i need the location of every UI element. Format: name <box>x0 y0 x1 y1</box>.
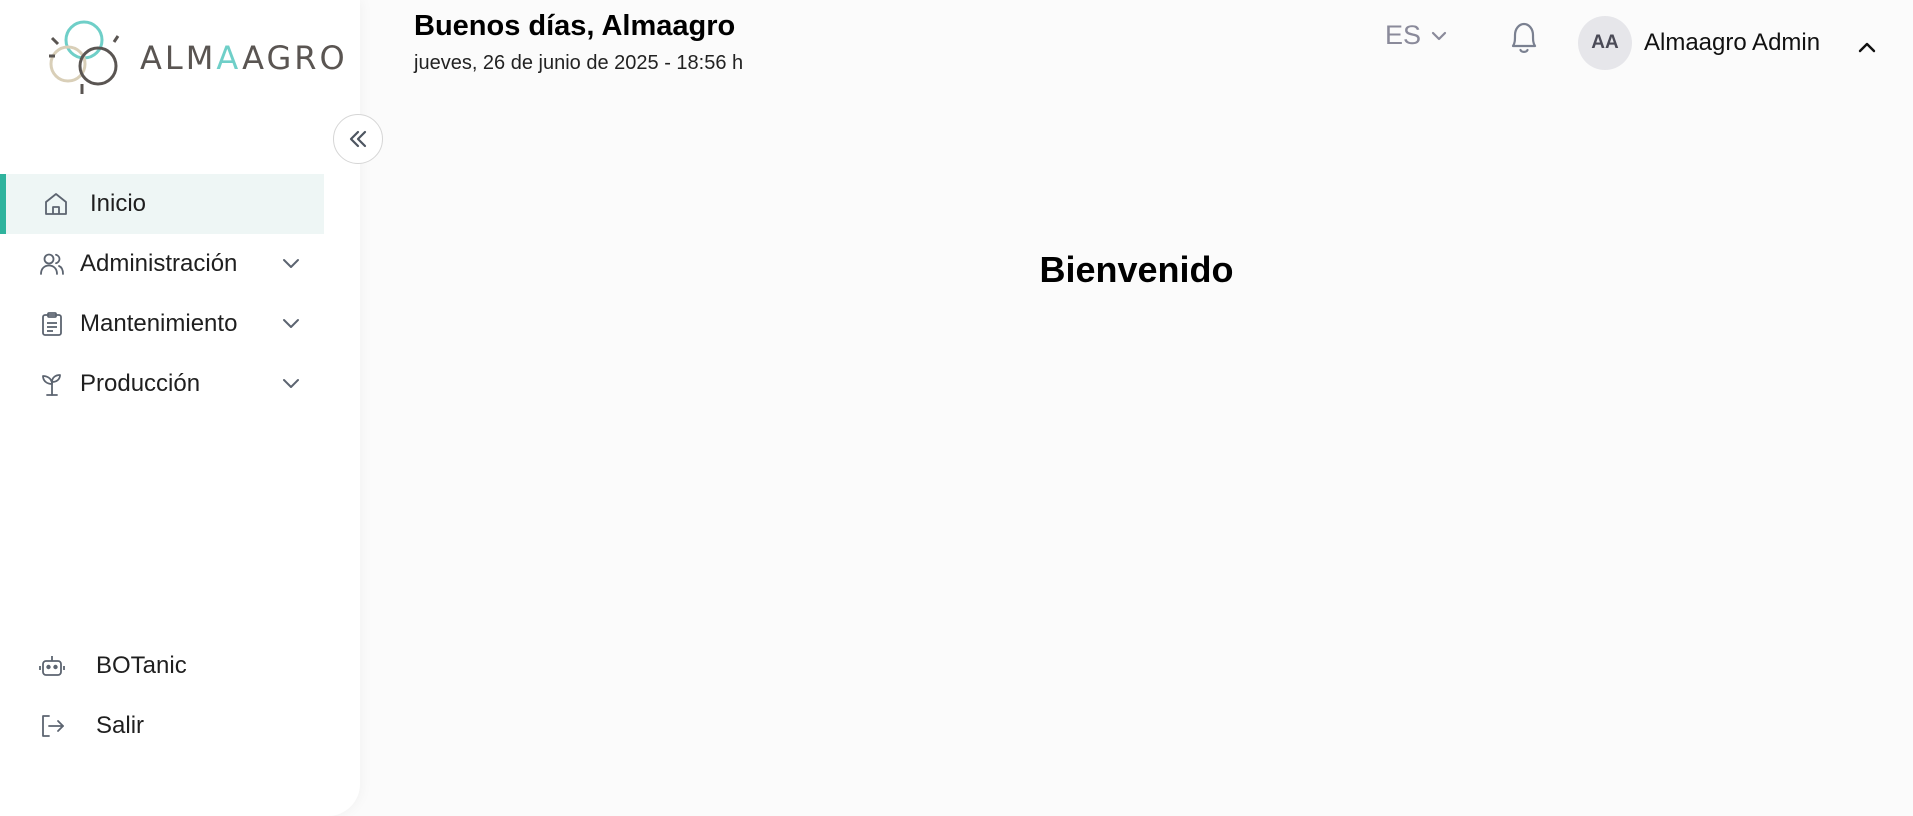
sidebar-item-mantenimiento[interactable]: Mantenimiento <box>0 294 324 354</box>
greeting-title: Buenos días, Almaagro <box>414 10 736 42</box>
welcome-heading: Bienvenido <box>1039 249 1234 290</box>
logo-mark-icon <box>49 20 120 94</box>
sidebar-item-inicio[interactable]: Inicio <box>0 174 324 234</box>
users-icon <box>40 253 64 275</box>
bell-icon <box>1511 22 1537 53</box>
user-name[interactable]: Almaagro Admin <box>1644 29 1820 57</box>
chevron-down-icon[interactable] <box>280 312 302 334</box>
sidebar-item-label: Inicio <box>90 190 147 217</box>
home-icon <box>45 193 67 215</box>
robot-icon <box>39 656 65 676</box>
sidebar: ALMAAGRO Inicio Administración Mantenimi… <box>0 0 360 816</box>
logout-icon <box>42 715 64 737</box>
sidebar-item-administracion[interactable]: Administración <box>0 234 324 294</box>
logo-wordmark-accent: A <box>216 39 243 77</box>
notifications-button[interactable] <box>1506 18 1542 63</box>
sidebar-nav: Inicio Administración Mantenimiento Prod… <box>0 174 324 414</box>
sidebar-item-label: BOTanic <box>96 652 187 679</box>
logo-wordmark-part-a: ALM <box>140 39 217 77</box>
sidebar-item-salir[interactable]: Salir <box>0 696 324 756</box>
chevron-down-icon[interactable] <box>280 252 302 274</box>
sidebar-bottom-nav: BOTanic Salir <box>0 636 324 756</box>
sprout-icon <box>42 374 61 396</box>
sidebar-item-botanic[interactable]: BOTanic <box>0 636 324 696</box>
language-selector[interactable]: ES <box>1385 20 1449 51</box>
double-chevron-left-icon <box>349 130 367 148</box>
sidebar-item-produccion[interactable]: Producción <box>0 354 324 414</box>
sidebar-item-label: Administración <box>80 250 238 277</box>
clipboard-icon <box>42 312 62 336</box>
language-code: ES <box>1385 20 1422 50</box>
sidebar-item-label: Producción <box>80 370 201 397</box>
logo-wordmark-part-b: AGRO <box>242 39 348 77</box>
sidebar-collapse-button[interactable] <box>333 114 383 164</box>
sidebar-item-label: Mantenimiento <box>80 310 238 337</box>
chevron-up-icon[interactable] <box>1856 36 1878 58</box>
avatar[interactable]: AA <box>1578 16 1632 70</box>
chevron-down-icon[interactable] <box>280 372 302 394</box>
logo-wordmark: ALMAAGRO <box>140 39 348 77</box>
current-datetime: jueves, 26 de junio de 2025 - 18:56 h <box>414 52 744 74</box>
chevron-down-icon <box>1431 31 1447 40</box>
almaagro-logo[interactable]: ALMAAGRO <box>46 18 348 98</box>
sidebar-item-label: Salir <box>96 712 145 739</box>
